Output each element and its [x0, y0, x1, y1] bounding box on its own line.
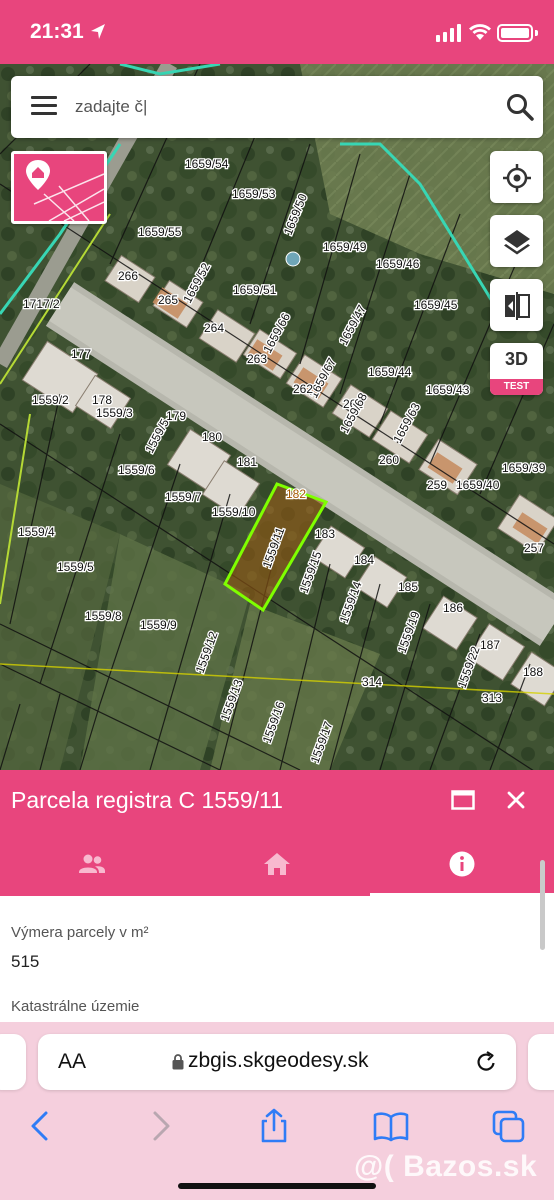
- map-label: 263: [247, 352, 267, 366]
- basemap-preview-icon: [26, 160, 104, 221]
- map-label: 185: [398, 580, 418, 594]
- tabs-icon[interactable]: [489, 1108, 529, 1144]
- panel-title: Parcela registra C 1559/11: [11, 787, 283, 813]
- home-icon: [264, 853, 290, 875]
- watermark: @( Bazos.sk: [354, 1150, 538, 1183]
- battery-cap: [535, 30, 538, 36]
- map-label: 1559/3: [96, 406, 133, 420]
- status-time: 21:31: [30, 20, 84, 43]
- compare-button[interactable]: [490, 279, 543, 331]
- forward-arrow-icon[interactable]: [140, 1108, 180, 1144]
- map-label: 182: [286, 487, 306, 501]
- map-label: 179: [166, 409, 186, 423]
- map-label: 1659/46: [376, 257, 420, 271]
- lock-icon: [172, 1054, 184, 1070]
- layers-icon: [504, 230, 530, 255]
- map-label: 178: [92, 393, 112, 407]
- location-arrow-icon: [91, 24, 105, 39]
- search-bar[interactable]: [11, 76, 543, 138]
- map-label: 1659/51: [233, 283, 277, 297]
- basemap-thumbnail[interactable]: [11, 151, 107, 224]
- map-label: 1659/43: [426, 383, 470, 397]
- map-label: 1659/45: [414, 298, 458, 312]
- map-label: 180: [202, 430, 222, 444]
- map-label: 1559/8: [85, 609, 122, 623]
- map-label: 1717/2: [23, 297, 60, 311]
- map-label: 1559/7: [165, 490, 202, 504]
- compare-icon: [505, 292, 530, 320]
- cadastral-area-label: Katastrálne územie: [11, 998, 140, 1015]
- parcel-info-body[interactable]: Výmera parcely v m² 515 Katastrálne územ…: [0, 896, 554, 1022]
- map-label: 265: [158, 293, 178, 307]
- map-label: 262: [293, 382, 313, 396]
- map-label: 257: [524, 541, 544, 555]
- test-badge: TEST: [490, 379, 543, 395]
- map-label: 1559/4: [18, 525, 55, 539]
- info-icon: [449, 851, 475, 877]
- next-tab-preview[interactable]: [528, 1034, 554, 1090]
- tab-info[interactable]: [370, 832, 554, 896]
- map-label: 188: [523, 665, 543, 679]
- map-label: 1559/2: [32, 393, 69, 407]
- map-label: 260: [379, 453, 399, 467]
- panel-tabs: [0, 832, 554, 896]
- home-indicator: [178, 1183, 376, 1189]
- map-label: 184: [354, 553, 374, 567]
- map-label: 1659/49: [323, 240, 367, 254]
- bookmarks-icon[interactable]: [371, 1108, 411, 1144]
- layers-button[interactable]: [490, 215, 543, 267]
- map-label: 177: [71, 347, 91, 361]
- people-icon: [79, 854, 105, 873]
- map-label: 1559/6: [118, 463, 155, 477]
- map-label: 1559/9: [140, 618, 177, 632]
- address-bar[interactable]: AA zbgis.skgeodesy.sk: [38, 1034, 516, 1090]
- cellular-signal-icon: [436, 24, 461, 42]
- search-input[interactable]: [75, 90, 475, 124]
- map-label: 266: [118, 269, 138, 283]
- map-label: 183: [315, 527, 335, 541]
- map-label: 1659/40: [456, 478, 500, 492]
- area-label: Výmera parcely v m²: [11, 924, 149, 941]
- area-value: 515: [11, 952, 40, 971]
- status-bar: 21:31: [0, 0, 554, 64]
- battery-icon: [497, 24, 533, 42]
- map-label: 1659/44: [368, 365, 412, 379]
- panel-scrollbar[interactable]: [540, 860, 545, 950]
- reload-icon[interactable]: [474, 1050, 498, 1074]
- map-label: 264: [204, 321, 224, 335]
- search-icon[interactable]: [505, 92, 535, 122]
- close-icon[interactable]: [506, 790, 526, 810]
- 3d-view-button[interactable]: 3D TEST: [490, 343, 543, 395]
- map-label: 314: [362, 675, 382, 689]
- tab-building[interactable]: [185, 832, 370, 896]
- locate-me-button[interactable]: [490, 151, 543, 203]
- url-domain: zbgis.skgeodesy.sk: [188, 1049, 369, 1072]
- wifi-icon: [469, 24, 491, 40]
- map-label: 313: [482, 691, 502, 705]
- back-arrow-icon[interactable]: [22, 1108, 62, 1144]
- map-label: 1659/55: [138, 225, 182, 239]
- maximize-icon[interactable]: [451, 790, 475, 810]
- previous-tab-preview[interactable]: [0, 1034, 26, 1090]
- 3d-label: 3D: [504, 349, 528, 369]
- map-label: 1659/54: [185, 157, 229, 171]
- map-label: 1659/39: [502, 461, 546, 475]
- map-label: 259: [427, 478, 447, 492]
- map-label: 181: [237, 455, 257, 469]
- text-size-button[interactable]: AA: [58, 1050, 86, 1074]
- map-label: 1559/5: [57, 560, 94, 574]
- crosshair-icon: [503, 164, 531, 192]
- map-label: 1659/53: [232, 187, 276, 201]
- map-label: 186: [443, 601, 463, 615]
- share-icon[interactable]: [254, 1108, 294, 1144]
- map-label: 187: [480, 638, 500, 652]
- tab-owners[interactable]: [0, 832, 185, 896]
- hamburger-menu-icon[interactable]: [31, 96, 57, 116]
- map-label: 1559/10: [212, 505, 256, 519]
